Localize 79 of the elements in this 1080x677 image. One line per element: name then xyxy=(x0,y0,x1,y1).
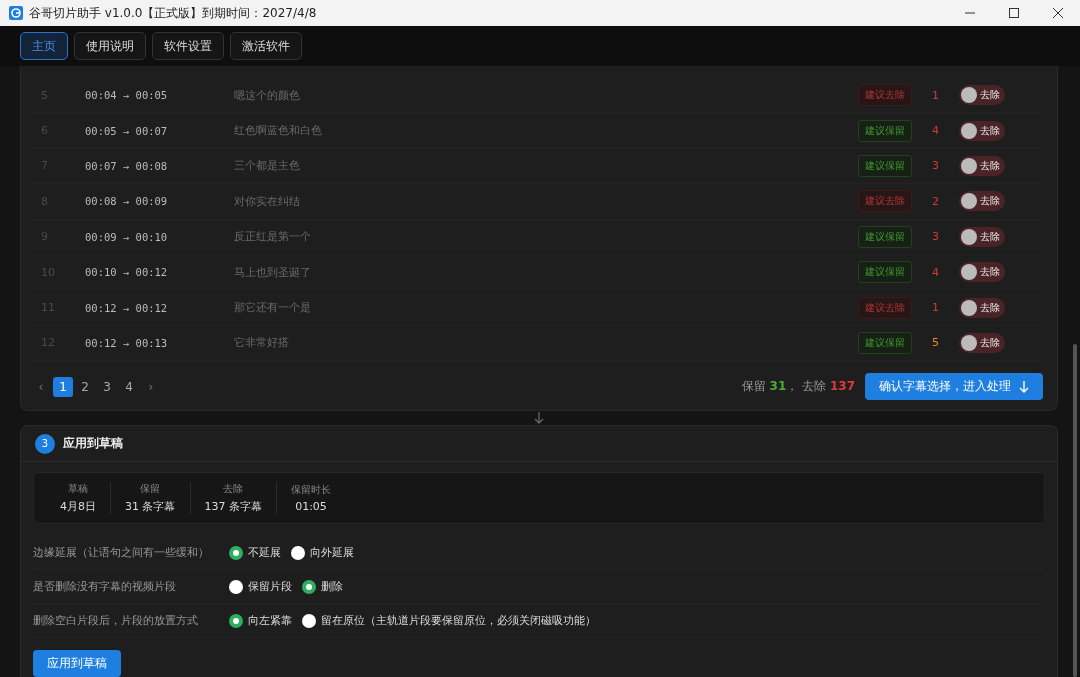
radio-icon[interactable] xyxy=(229,579,243,594)
option-label: 是否删除没有字幕的视频片段 xyxy=(33,579,177,594)
time-range: 00:07 → 00:08 xyxy=(85,159,169,172)
stat-value: 137 条字幕 xyxy=(204,499,262,514)
suggestion-tag: 建议保留 xyxy=(858,154,912,177)
subtitle-text: 对你实在纠结 xyxy=(234,193,301,209)
section-title: 应用到草稿 xyxy=(63,435,123,452)
suggestion-tag: 建议保留 xyxy=(858,119,912,142)
score: 2 xyxy=(931,194,940,208)
page-button[interactable]: 3 xyxy=(97,376,117,397)
time-range: 00:05 → 00:07 xyxy=(85,124,169,137)
down-arrow-icon xyxy=(534,412,544,425)
option-label: 删除空白片段后，片段的放置方式 xyxy=(33,613,199,628)
suggestion-tag: 建议保留 xyxy=(858,225,912,248)
next-page-button[interactable]: › xyxy=(141,376,161,397)
suggestion-tag: 建议去除 xyxy=(858,190,912,213)
radio-option[interactable]: 向外延展 xyxy=(291,545,354,560)
stat-value: 31 条字幕 xyxy=(125,499,176,514)
selection-summary: 保留 31， 去除 137 xyxy=(741,378,855,396)
score: 1 xyxy=(931,88,940,102)
time-range: 00:08 → 00:09 xyxy=(85,195,169,208)
radio-option[interactable]: 删除 xyxy=(302,579,343,594)
remove-toggle[interactable]: 去除 xyxy=(959,120,1005,141)
stat-value: 4月8日 xyxy=(60,499,96,514)
radio-icon[interactable] xyxy=(302,613,316,628)
remove-toggle[interactable]: 去除 xyxy=(959,226,1005,247)
app-logo-icon xyxy=(9,6,23,20)
subtitle-text: 马上也到圣诞了 xyxy=(234,264,312,280)
subtitle-text: 红色啊蓝色和白色 xyxy=(234,123,323,139)
radio-option[interactable]: 向左紧靠 xyxy=(229,613,292,628)
radio-icon[interactable] xyxy=(302,579,316,594)
page-button[interactable]: 1 xyxy=(53,376,73,397)
option-label: 边缘延展（让语句之间有一些缓和） xyxy=(33,545,210,560)
time-range: 00:10 → 00:12 xyxy=(85,266,169,279)
suggestion-tag: 建议保留 xyxy=(858,261,912,284)
page-button[interactable]: 4 xyxy=(119,376,139,397)
previous-page-button[interactable]: ‹ xyxy=(31,376,51,397)
score: 4 xyxy=(931,124,940,138)
score: 3 xyxy=(931,230,940,244)
stat-value: 01:05 xyxy=(295,500,327,513)
score: 5 xyxy=(931,336,940,350)
stat-label: 保留时长 xyxy=(291,483,331,497)
stat-label: 保留 xyxy=(140,482,161,496)
radio-icon[interactable] xyxy=(229,545,243,560)
radio-icon[interactable] xyxy=(291,545,305,560)
remove-toggle[interactable]: 去除 xyxy=(959,155,1005,176)
nav-tab[interactable]: 软件设置 xyxy=(152,32,224,60)
nav-tab[interactable]: 激活软件 xyxy=(230,32,302,60)
window-title: 谷哥切片助手 v1.0.0【正式版】到期时间：2027/4/8 xyxy=(29,4,318,22)
nav-tab[interactable]: 使用说明 xyxy=(74,32,146,60)
radio-option[interactable]: 不延展 xyxy=(229,545,281,560)
remove-toggle[interactable]: 去除 xyxy=(959,332,1005,353)
apply-button[interactable]: 应用到草稿 xyxy=(33,650,121,677)
step-number: 3 xyxy=(35,433,55,454)
remove-toggle[interactable]: 去除 xyxy=(959,297,1005,318)
radio-option[interactable]: 留在原位（主轨道片段要保留原位，必须关闭磁吸功能） xyxy=(302,613,596,628)
subtitle-text: 嗯这个的颜色 xyxy=(234,87,301,103)
nav-tab[interactable]: 主页 xyxy=(20,32,68,60)
remove-toggle[interactable]: 去除 xyxy=(959,191,1005,212)
time-range: 00:12 → 00:12 xyxy=(85,301,169,314)
confirm-button[interactable]: 确认字幕选择，进入处理 xyxy=(865,373,1043,401)
down-arrow-icon xyxy=(1019,380,1029,393)
time-range: 00:09 → 00:10 xyxy=(85,230,169,243)
time-range: 00:04 → 00:05 xyxy=(85,89,169,102)
remove-toggle[interactable]: 去除 xyxy=(959,85,1005,106)
suggestion-tag: 建议去除 xyxy=(858,84,912,107)
time-range: 00:12 → 00:13 xyxy=(85,336,169,349)
radio-icon[interactable] xyxy=(229,613,243,628)
stat-label: 草稿 xyxy=(68,482,88,496)
score: 4 xyxy=(931,265,940,279)
score: 3 xyxy=(931,159,940,173)
suggestion-tag: 建议去除 xyxy=(858,296,912,319)
suggestion-tag: 建议保留 xyxy=(858,331,912,354)
stat-label: 去除 xyxy=(223,482,244,496)
score: 1 xyxy=(931,301,940,315)
remove-toggle[interactable]: 去除 xyxy=(959,262,1005,283)
radio-option[interactable]: 保留片段 xyxy=(229,579,292,594)
page-button[interactable]: 2 xyxy=(75,376,95,397)
scrollbar-thumb[interactable] xyxy=(1073,344,1077,677)
